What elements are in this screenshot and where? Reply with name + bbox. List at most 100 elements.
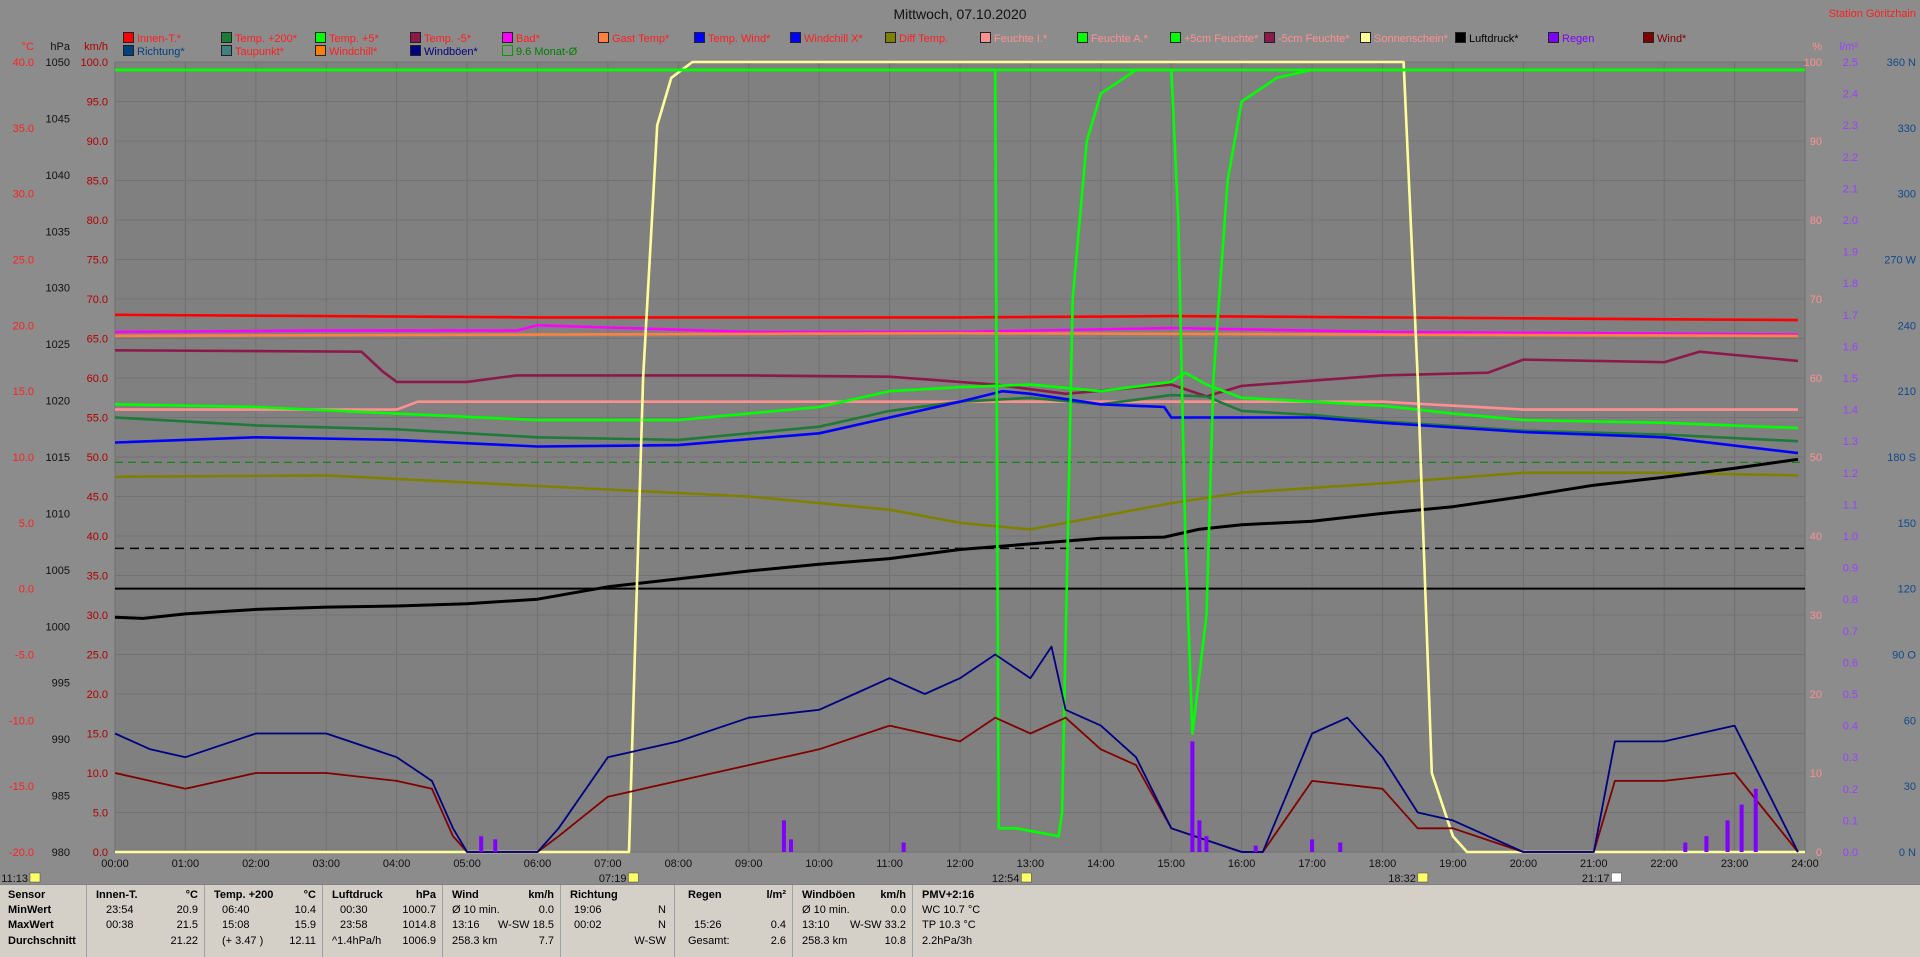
celsius-tick-label: -10.0 [9, 715, 34, 727]
rain-tick-label: 0.2 [1843, 784, 1858, 796]
legend-label: -5cm Feuchte* [1278, 33, 1350, 45]
legend-item: -5cm Feuchte* [1264, 32, 1350, 45]
rain-tick-label: 0.8 [1843, 594, 1858, 606]
stats-luftdruck-min-val: 1000.7 [402, 904, 436, 916]
hpa-tick-label: 990 [52, 734, 70, 746]
rain-bar [789, 839, 793, 852]
rain-bar [1725, 820, 1730, 852]
time-tick-label: 03:00 [312, 858, 340, 870]
celsius-unit-label: °C [22, 41, 34, 53]
station-label: Station Göritzhain [1829, 8, 1916, 20]
legend-swatch [123, 45, 134, 56]
percent-tick-label: 10 [1810, 768, 1822, 780]
rain-tick-label: 1.6 [1843, 341, 1858, 353]
kmh-tick-label: 65.0 [87, 334, 108, 346]
time-tick-label: 19:00 [1439, 858, 1467, 870]
legend-item: Sonnenschein* [1360, 32, 1448, 45]
celsius-tick-label: 40.0 [13, 57, 34, 69]
time-tick-label: 09:00 [735, 858, 763, 870]
direction-tick-label: 0 N [1899, 847, 1916, 859]
stats-wind-distance: 258.3 km [452, 935, 498, 947]
legend-item: Gast Temp* [598, 32, 669, 45]
legend-label: Wind* [1657, 33, 1687, 45]
legend-swatch [1077, 32, 1088, 43]
percent-tick-label: 60 [1810, 373, 1822, 385]
direction-tick-label: 300 [1898, 189, 1916, 201]
time-tick-label: 16:00 [1228, 858, 1256, 870]
time-tick-label: 02:00 [242, 858, 270, 870]
legend-swatch [790, 32, 801, 43]
legend-swatch [1264, 32, 1275, 43]
rain-bar [1204, 836, 1209, 852]
kmh-unit-label: km/h [84, 41, 108, 53]
rain-tick-label: 2.3 [1843, 120, 1858, 132]
stats-wind: Wind km/h Ø 10 min. 0.0 13:16 W-SW 18.5 258… [444, 885, 561, 957]
legend-label: Luftdruck* [1469, 33, 1519, 45]
legend-label: Gast Temp* [612, 33, 670, 45]
time-marker-label: 07:19 [599, 873, 627, 884]
time-marker-label: 11:13 [1, 873, 28, 884]
time-tick-label: 22:00 [1650, 858, 1678, 870]
weather-chart: 40.0 35.0 30.0 25.0 20.0 15.0 10.0 5.0 0.0 -5.0 -1… [0, 0, 1920, 884]
rain-tick-label: 2.1 [1843, 183, 1858, 195]
hpa-tick-label: 1035 [46, 226, 70, 238]
legend-label: Temp. -5* [424, 33, 472, 45]
direction-tick-label: 30 [1904, 781, 1916, 793]
percent-tick-label: 20 [1810, 689, 1822, 701]
stats-regen-unit: l/m² [766, 889, 786, 901]
legend-label: Regen [1562, 33, 1595, 45]
time-tick-label: 06:00 [524, 858, 552, 870]
percent-unit-label: % [1812, 41, 1822, 53]
celsius-tick-label: -20.0 [9, 847, 34, 859]
stats-min-label: MinWert [8, 904, 52, 916]
legend-label: Temp. +200* [235, 33, 298, 45]
legend-swatch [502, 32, 513, 43]
time-tick-label: 18:00 [1369, 858, 1397, 870]
percent-tick-label: 100 [1804, 57, 1822, 69]
stats-windboeen-avg10-label: Ø 10 min. [802, 904, 850, 916]
hpa-tick-label: 1045 [46, 113, 70, 125]
legend-item: Diff Temp. [885, 32, 948, 45]
stats-regen: Regen l/m² 15:26 0.4 Gesamt: 2.6 [676, 885, 793, 957]
percent-tick-label: 90 [1810, 136, 1822, 148]
percent-tick-label: 30 [1810, 610, 1822, 622]
rain-tick-label: 0.4 [1843, 721, 1858, 733]
legend-swatch [1455, 32, 1466, 43]
legend-label: Feuchte A.* [1091, 33, 1148, 45]
percent-tick-label: 40 [1810, 531, 1822, 543]
legend-label: Bad* [516, 33, 540, 45]
legend-label: Diff Temp. [899, 33, 949, 45]
kmh-tick-label: 10.0 [87, 768, 108, 780]
rain-bar [1190, 741, 1195, 852]
direction-tick-label: 120 [1898, 584, 1916, 596]
legend-swatch [694, 32, 705, 43]
kmh-tick-label: 70.0 [87, 294, 108, 306]
legend-item: Temp. -5* [410, 32, 471, 45]
stats-temp200-min-time: 06:40 [222, 904, 250, 916]
stats-innen-min-val: 20.9 [176, 904, 198, 916]
time-tick-label: 21:00 [1580, 858, 1608, 870]
rain-bar [1704, 836, 1709, 852]
stats-sensor-header: Sensor [8, 889, 46, 901]
stats-regen-total-label: Gesamt: [688, 935, 730, 947]
legend-swatch [1170, 32, 1181, 43]
hpa-unit-label: hPa [50, 41, 70, 53]
rain-tick-label: 1.4 [1843, 405, 1858, 417]
time-marker-flag [1021, 872, 1032, 883]
kmh-tick-label: 55.0 [87, 413, 108, 425]
stats-pmv-trend: 2.2hPa/3h [922, 935, 973, 947]
legend-label: Innen-T.* [137, 33, 182, 45]
rain-tick-label: 1.8 [1843, 278, 1858, 290]
direction-tick-label: 240 [1898, 320, 1916, 332]
stats-richtung-max-time: 00:02 [574, 919, 602, 931]
rain-bar [493, 839, 498, 852]
legend-item: Windchill X* [790, 32, 863, 45]
direction-tick-label: 90 O [1892, 650, 1916, 662]
stats-temp200-trend: (+ 3.47 ) [222, 935, 264, 947]
time-marker-flag [1417, 872, 1429, 883]
time-marker-label: 12:54 [992, 873, 1020, 884]
stats-pmv-header: PMV+2:16 [922, 889, 975, 901]
time-marker-flag [1611, 872, 1622, 883]
stats-temp200-max-time: 15:08 [222, 919, 250, 931]
time-tick-label: 13:00 [1017, 858, 1045, 870]
